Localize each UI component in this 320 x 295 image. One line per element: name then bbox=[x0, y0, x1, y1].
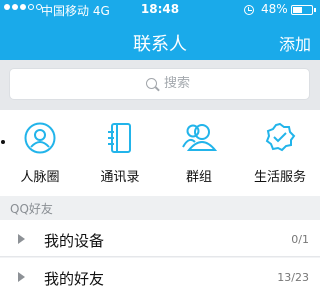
battery-level bbox=[293, 7, 302, 13]
group-count: 13/23 bbox=[277, 271, 309, 284]
top-header: 中国移动 4G 18:48 48% 联系人 添加 bbox=[0, 0, 320, 60]
expand-arrow-icon bbox=[18, 234, 25, 244]
quick-action-life-services[interactable]: 生活服务 bbox=[250, 110, 310, 196]
add-button[interactable]: 添加 bbox=[279, 31, 311, 55]
search-area bbox=[0, 60, 320, 110]
quick-action-label: 人脉圈 bbox=[20, 170, 60, 185]
page-title: 联系人 bbox=[133, 34, 187, 55]
quick-action-label: 生活服务 bbox=[253, 170, 306, 185]
search-input[interactable] bbox=[164, 76, 244, 91]
service-badge-icon bbox=[250, 122, 310, 154]
friend-group-row[interactable]: 我的设备 0/1 bbox=[0, 220, 320, 257]
expand-arrow-icon bbox=[18, 272, 25, 282]
quick-action-label: 群组 bbox=[185, 170, 212, 185]
group-name: 我的好友 bbox=[44, 270, 105, 288]
group-name: 我的设备 bbox=[44, 232, 105, 250]
quick-action-address-book[interactable]: 通讯录 bbox=[90, 110, 150, 196]
section-title: QQ好友 bbox=[10, 202, 53, 216]
battery-icon bbox=[291, 5, 316, 15]
quick-action-contacts-circle[interactable]: 人脉圈 bbox=[10, 110, 70, 196]
address-book-icon bbox=[90, 122, 150, 154]
friend-group-row[interactable]: 我的好友 13/23 bbox=[0, 258, 320, 295]
battery-percentage: 48% bbox=[261, 2, 288, 16]
quick-action-groups[interactable]: 群组 bbox=[169, 110, 229, 196]
group-icon bbox=[169, 122, 229, 154]
bullet-dot bbox=[1, 140, 5, 144]
search-icon bbox=[146, 78, 157, 89]
status-bar: 中国移动 4G 18:48 48% bbox=[0, 0, 320, 20]
quick-actions: 人脉圈 通讯录 群组 生活服务 bbox=[0, 110, 320, 196]
search-bar[interactable] bbox=[9, 68, 310, 100]
quick-action-label: 通讯录 bbox=[100, 170, 140, 185]
person-circle-icon bbox=[10, 122, 70, 154]
group-count: 0/1 bbox=[291, 233, 309, 246]
alarm-icon bbox=[244, 5, 254, 15]
section-header: QQ好友 bbox=[0, 196, 320, 220]
